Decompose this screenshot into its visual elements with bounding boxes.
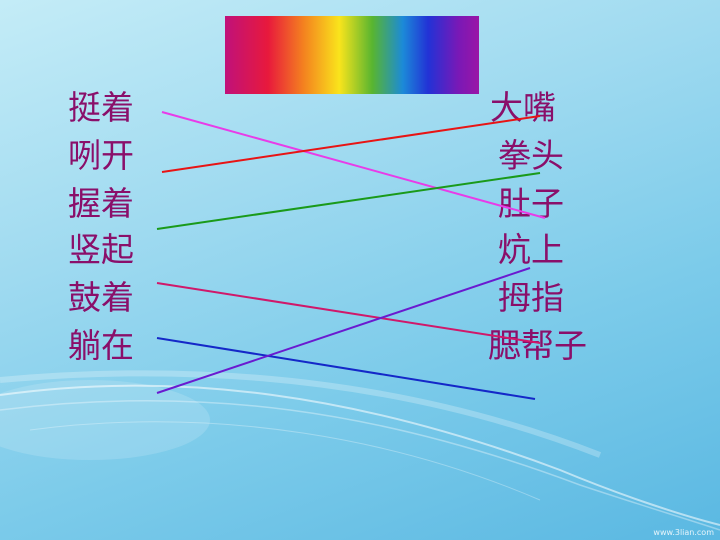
slide: 挺着 咧开 握着 竖起 鼓着 躺在 大嘴 拳头 肚子 炕上 拇指 腮帮子 www.3lian.com xyxy=(0,0,720,540)
match-line-竖起-腮帮子 xyxy=(156,282,541,344)
watermark: www.3lian.com xyxy=(653,528,714,537)
matching-lines xyxy=(156,111,546,400)
match-line-挺着-肚子 xyxy=(161,111,546,219)
match-line-躺在-拇指 xyxy=(156,267,531,394)
match-line-鼓着-炕上 xyxy=(156,337,536,400)
